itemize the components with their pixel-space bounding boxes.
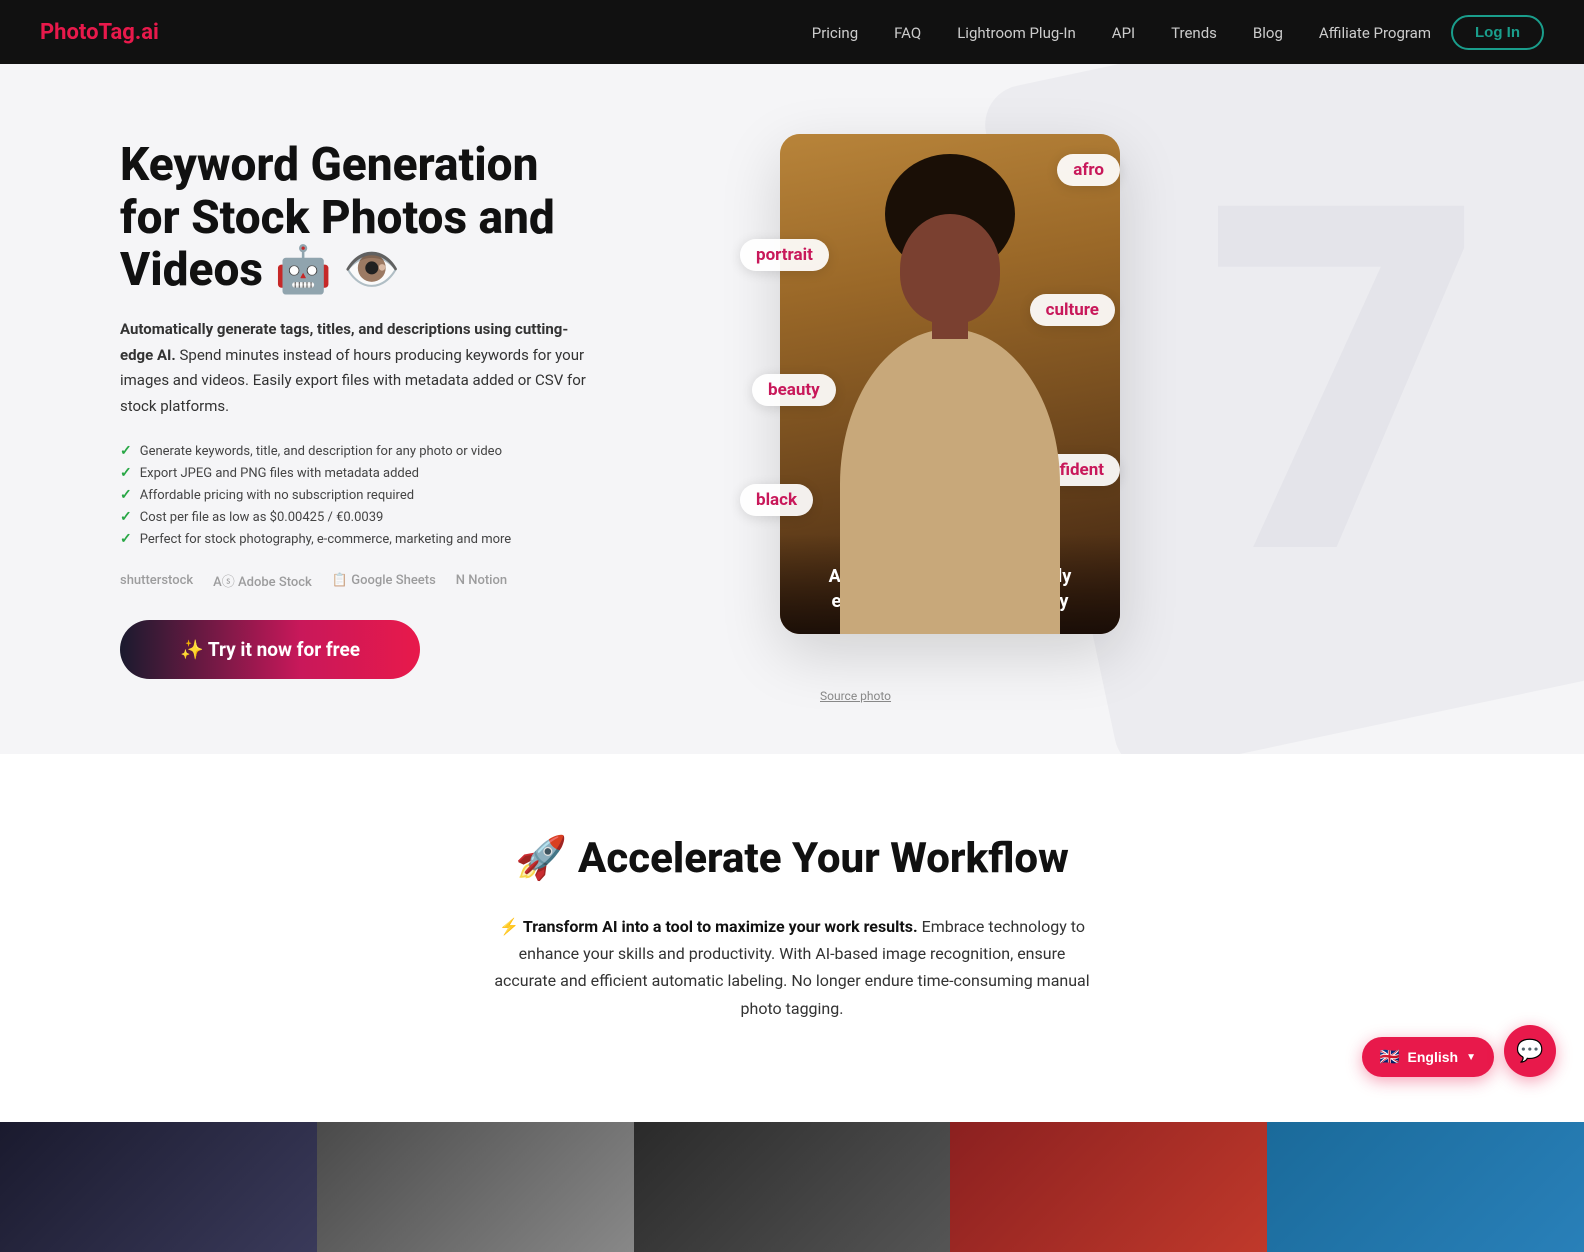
nav-link-api[interactable]: API [1112, 24, 1135, 42]
partner-notion: N Notion [456, 573, 507, 588]
hero-features-list: Generate keywords, title, and descriptio… [120, 443, 680, 547]
accelerate-title: 🚀 Accelerate Your Workflow [40, 834, 1544, 883]
language-label: English [1408, 1049, 1459, 1065]
partner-logos: shutterstock Aⓢ Adobe Stock 📋 Google She… [120, 571, 680, 590]
nav-link-blog[interactable]: Blog [1253, 24, 1283, 42]
chevron-down-icon: ▼ [1466, 1052, 1476, 1063]
thumbnail-item [317, 1122, 634, 1252]
logo-text: PhotoTag.ai [40, 20, 159, 45]
hero-desc-bold: Automatically generate tags, titles, and… [120, 320, 568, 364]
feature-item: Generate keywords, title, and descriptio… [120, 443, 680, 459]
nav-item-pricing[interactable]: Pricing [812, 23, 858, 42]
lightning-icon: ⚡ [499, 917, 519, 936]
tag-culture: culture [1030, 294, 1115, 326]
nav-item-trends[interactable]: Trends [1171, 23, 1217, 42]
partner-sheets: 📋 Google Sheets [332, 573, 436, 588]
hero-title: Keyword Generationfor Stock Photos andVi… [120, 139, 680, 298]
nav-item-api[interactable]: API [1112, 23, 1135, 42]
language-button[interactable]: 🇬🇧 English ▼ [1362, 1037, 1494, 1077]
partner-shutterstock: shutterstock [120, 573, 193, 588]
nav-link-lightroom[interactable]: Lightroom Plug-In [957, 24, 1076, 42]
login-button[interactable]: Log In [1451, 15, 1544, 50]
nav-link-faq[interactable]: FAQ [894, 24, 921, 42]
rocket-icon: 🚀 [515, 834, 567, 883]
source-photo-text[interactable]: Source photo [820, 689, 891, 703]
nav-item-affiliate[interactable]: Affiliate Program [1319, 23, 1431, 42]
source-photo-link[interactable]: Source photo [820, 685, 891, 704]
feature-item: Export JPEG and PNG files with metadata … [120, 465, 680, 481]
chat-icon: 💬 [1516, 1038, 1543, 1064]
accelerate-section: 🚀 Accelerate Your Workflow ⚡ Transform A… [0, 754, 1584, 1122]
logo-photo: Photo [40, 20, 99, 45]
hero-content: Keyword Generationfor Stock Photos andVi… [120, 139, 680, 680]
tag-black: black [740, 484, 813, 516]
feature-item: Perfect for stock photography, e-commerc… [120, 531, 680, 547]
accelerate-desc-bold: Transform AI into a tool to maximize you… [523, 917, 918, 936]
nav-links: Pricing FAQ Lightroom Plug-In API Trends… [812, 23, 1431, 42]
thumbnail-item [950, 1122, 1267, 1252]
nav-item-lightroom[interactable]: Lightroom Plug-In [957, 23, 1076, 42]
nav-item-blog[interactable]: Blog [1253, 23, 1283, 42]
tag-beauty: beauty [752, 374, 836, 406]
nav-link-trends[interactable]: Trends [1171, 24, 1217, 42]
accelerate-description: ⚡ Transform AI into a tool to maximize y… [492, 913, 1092, 1022]
logo[interactable]: PhotoTag.ai [40, 20, 159, 45]
tag-portrait: portrait [740, 239, 829, 271]
partner-adobe: Aⓢ Adobe Stock [213, 571, 312, 590]
thumbnail-strip [0, 1122, 1584, 1252]
hero-section: Keyword Generationfor Stock Photos andVi… [0, 64, 1584, 754]
cta-button[interactable]: ✨ Try it now for free [120, 620, 420, 679]
navigation: PhotoTag.ai Pricing FAQ Lightroom Plug-I… [0, 0, 1584, 64]
nav-link-pricing[interactable]: Pricing [812, 24, 858, 42]
tag-afro: afro [1057, 154, 1120, 186]
feature-item: Cost per file as low as $0.00425 / €0.00… [120, 509, 680, 525]
nav-link-affiliate[interactable]: Affiliate Program [1319, 24, 1431, 42]
logo-ai: .ai [135, 20, 159, 45]
thumbnail-item [634, 1122, 951, 1252]
thumbnail-item [1267, 1122, 1584, 1252]
hero-image-area: A woman with an Afro proudly embracing h… [740, 124, 1120, 694]
feature-item: Affordable pricing with no subscription … [120, 487, 680, 503]
nav-item-faq[interactable]: FAQ [894, 23, 921, 42]
flag-icon: 🇬🇧 [1380, 1047, 1400, 1067]
chat-button[interactable]: 💬 [1504, 1025, 1556, 1077]
logo-tagword: Tag [99, 20, 135, 45]
thumbnail-item [0, 1122, 317, 1252]
hero-description: Automatically generate tags, titles, and… [120, 317, 600, 419]
